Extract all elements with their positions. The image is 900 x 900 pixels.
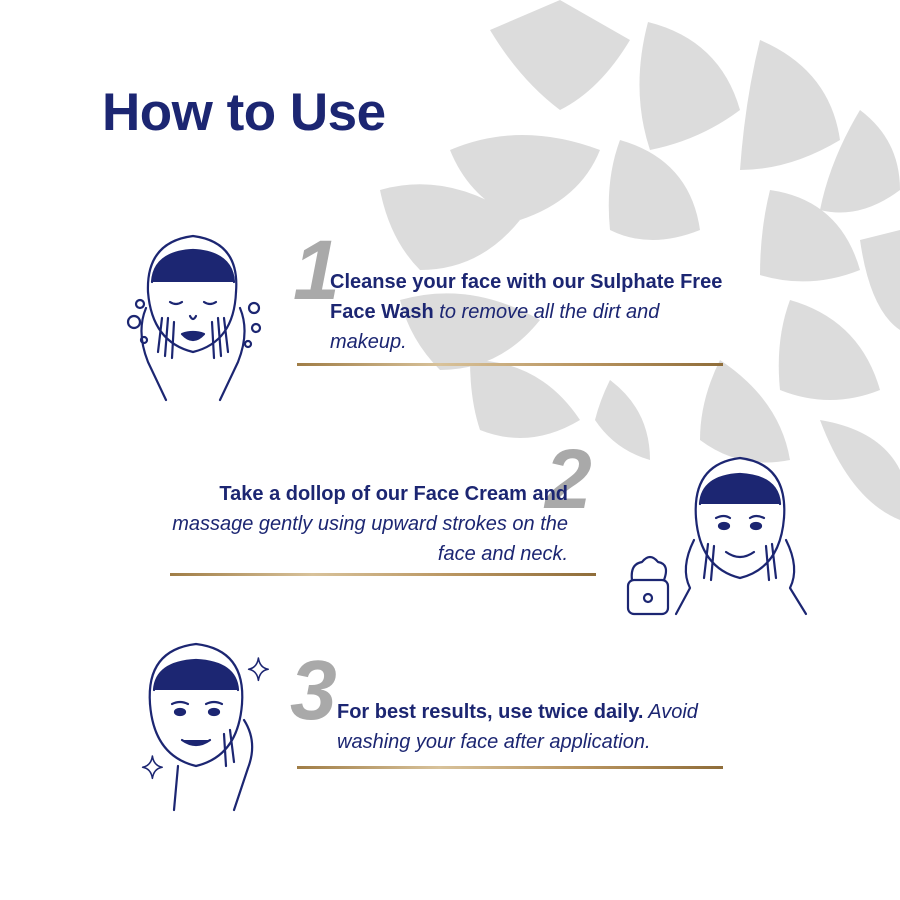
step-2-italic: massage gently using upward strokes on t… <box>172 513 568 565</box>
page-title: How to Use <box>102 83 386 142</box>
glowing-face-illustration <box>138 632 278 812</box>
step-3-number: 3 <box>290 643 337 737</box>
face-washing-illustration <box>118 222 268 402</box>
step-3-divider <box>297 766 723 769</box>
step-1-divider <box>297 363 723 366</box>
step-3-bold: For best results, use twice daily. <box>337 701 644 723</box>
step-2-bold: Take a dollop of our Face Cream and <box>219 483 568 505</box>
step-2-text: Take a dollop of our Face Cream and mass… <box>150 479 568 569</box>
face-cream-illustration <box>620 448 815 618</box>
step-3-text: For best results, use twice daily. Avoid… <box>337 697 757 757</box>
step-2-divider <box>170 573 596 576</box>
step-1-text: Cleanse your face with our Sulphate Free… <box>330 267 730 357</box>
